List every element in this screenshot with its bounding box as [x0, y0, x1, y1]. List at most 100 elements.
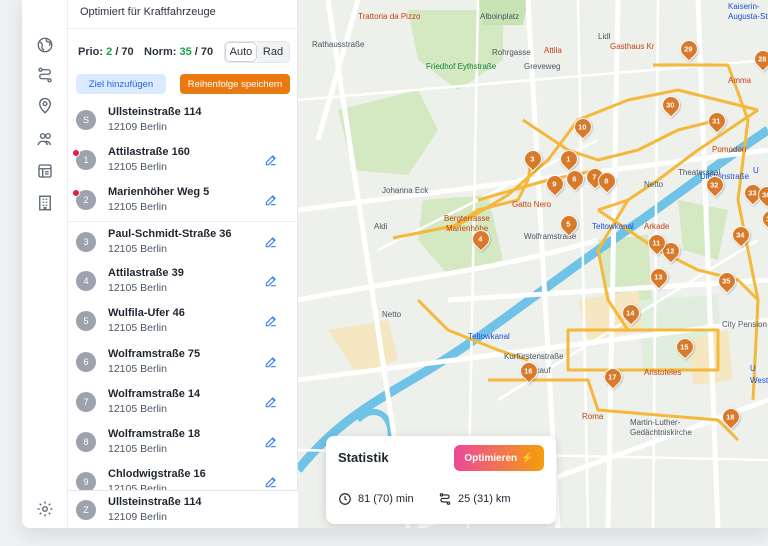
stop-city: 12105 Berlin: [108, 322, 167, 335]
stop-city: 12105 Berlin: [108, 402, 167, 415]
route-pin-number: 9: [552, 179, 557, 189]
building-icon[interactable]: [36, 194, 54, 212]
edit-icon[interactable]: [264, 355, 278, 369]
route-pin-number: 11: [652, 238, 661, 248]
map-label: Rathausstraße: [312, 40, 365, 49]
map-label: Kurfürstenstraße: [504, 352, 564, 361]
statistics-title: Statistik: [338, 450, 389, 465]
map-label: Roma: [582, 412, 604, 421]
stop-street: Wolframstraße 18: [108, 428, 201, 441]
stop-number-badge: 6: [76, 351, 96, 372]
stop-city: 12105 Berlin: [108, 443, 167, 456]
map-label: U: [750, 364, 756, 373]
stop-street: Chlodwigstraße 16: [108, 468, 206, 481]
map-label: Amma: [728, 76, 752, 85]
end-marker: Z: [76, 500, 96, 520]
route-pin-number: 18: [726, 412, 735, 422]
mode-auto-button[interactable]: Auto: [225, 42, 257, 62]
stop-street: Marienhöher Weg 5: [108, 186, 210, 199]
statistics-card: Statistik Optimieren ⚡ 81 (70) min 25 (3…: [326, 436, 556, 524]
priority-dot: [72, 149, 80, 157]
stop-row[interactable]: 2 Marienhöher Weg 5 12105 Berlin: [68, 180, 298, 220]
settings-gear-icon[interactable]: [36, 500, 54, 518]
divider: [68, 28, 298, 29]
stop-number-badge: 4: [76, 270, 96, 291]
edit-icon[interactable]: [264, 274, 278, 288]
route-pin-number: 36: [762, 190, 768, 200]
mode-bike-button[interactable]: Rad: [257, 42, 289, 62]
map-label: Aristoteles: [644, 368, 682, 377]
map-label: Teltowkanal: [592, 222, 634, 231]
edit-icon[interactable]: [264, 435, 278, 449]
stop-city: 12105 Berlin: [108, 242, 167, 255]
stop-number-badge: 8: [76, 432, 96, 453]
start-marker: S: [76, 110, 96, 130]
map-label: Gasthaus Kr: [610, 42, 655, 51]
end-stop[interactable]: Z Ullsteinstraße 114 12109 Berlin: [68, 490, 298, 528]
edit-icon[interactable]: [264, 153, 278, 167]
map-label: Pomodori: [712, 145, 747, 154]
stop-street: Wolframstraße 14: [108, 387, 201, 400]
edit-icon[interactable]: [264, 314, 278, 328]
stop-row[interactable]: 4 Attilastraße 39 12105 Berlin: [68, 261, 298, 301]
route-pin-number: 10: [578, 122, 587, 132]
map-label: Gedächtniskirche: [630, 428, 692, 437]
stop-city: 12105 Berlin: [108, 201, 167, 214]
map-label: Attila: [544, 46, 562, 55]
stop-street: Attilastraße 160: [108, 146, 190, 158]
prio-label: Prio:: [78, 46, 104, 58]
map-label: Trattoria da Pizzo: [358, 12, 421, 21]
stop-row[interactable]: 5 Wulfila-Ufer 46 12105 Berlin: [68, 301, 298, 341]
route-pin-number: 6: [572, 174, 577, 184]
save-order-button[interactable]: Reihenfolge speichern: [180, 74, 290, 94]
optimize-label: Optimieren: [464, 452, 518, 464]
start-stop[interactable]: S Ullsteinstraße 114 12109 Berlin: [68, 100, 298, 140]
stop-city: 12105 Berlin: [108, 281, 167, 294]
clock-icon: [338, 492, 352, 506]
map-label: Westphal: [750, 376, 768, 385]
map-label: Bergterrasse: [444, 214, 490, 223]
stop-street: Attilastraße 39: [108, 266, 184, 279]
map-label: Netto: [644, 180, 664, 189]
edit-icon[interactable]: [264, 235, 278, 249]
map-label: Friedhof Eythstraße: [426, 62, 497, 71]
globe-icon[interactable]: [36, 36, 54, 54]
stop-street: Wulfila-Ufer 46: [108, 307, 185, 320]
norm-label: Norm:: [144, 46, 177, 58]
edit-icon[interactable]: [264, 193, 278, 207]
edit-icon[interactable]: [264, 395, 278, 409]
stop-row[interactable]: 8 Wolframstraße 18 12105 Berlin: [68, 422, 298, 462]
map-label: Martin-Luther-: [630, 418, 681, 427]
map-label: Greveweg: [524, 62, 561, 71]
route-pin-number: 13: [654, 272, 663, 282]
stop-row[interactable]: 6 Wolframstraße 75 12105 Berlin: [68, 342, 298, 382]
route-pin-number: 8: [604, 176, 609, 186]
edit-icon[interactable]: [264, 475, 278, 489]
route-pin-number: 5: [566, 219, 571, 229]
stop-row[interactable]: 7 Wolframstraße 14 12105 Berlin: [68, 382, 298, 422]
lightning-icon: ⚡: [521, 452, 534, 464]
distance-stat: 25 (31) km: [438, 492, 511, 506]
optimize-button[interactable]: Optimieren ⚡: [454, 445, 544, 471]
users-icon[interactable]: [36, 130, 54, 148]
map-label: City Pension Sana: [722, 320, 768, 329]
route-pin-number: 28: [758, 54, 767, 64]
app-window: Optimiert für Kraftfahrzeuge Prio: 2 / 7…: [22, 0, 768, 528]
map-label: Arkade: [644, 222, 670, 231]
add-goal-button[interactable]: Ziel hinzufügen: [76, 74, 166, 94]
route-panel: Optimiert für Kraftfahrzeuge Prio: 2 / 7…: [68, 0, 298, 528]
map-label: Kaiserin-: [728, 2, 760, 11]
route-icon[interactable]: [36, 66, 54, 84]
map-label: Aldi: [374, 222, 388, 231]
calendar-list-icon[interactable]: [36, 162, 54, 180]
route-pin-number: 37: [763, 212, 768, 227]
route-pin-number: 1: [566, 154, 571, 164]
prio-total: / 70: [115, 46, 134, 58]
priority-counter: Prio: 2 / 70: [78, 46, 134, 58]
stop-row[interactable]: 1 Attilastraße 160 12105 Berlin: [68, 140, 298, 180]
location-pin-icon[interactable]: [36, 97, 54, 115]
route-pin-number: 31: [712, 116, 721, 126]
stop-row[interactable]: 3 Paul-Schmidt-Straße 36 12105 Berlin: [68, 220, 298, 261]
map-label: Netto: [382, 310, 402, 319]
map-label: Gatto Nero: [512, 200, 552, 209]
